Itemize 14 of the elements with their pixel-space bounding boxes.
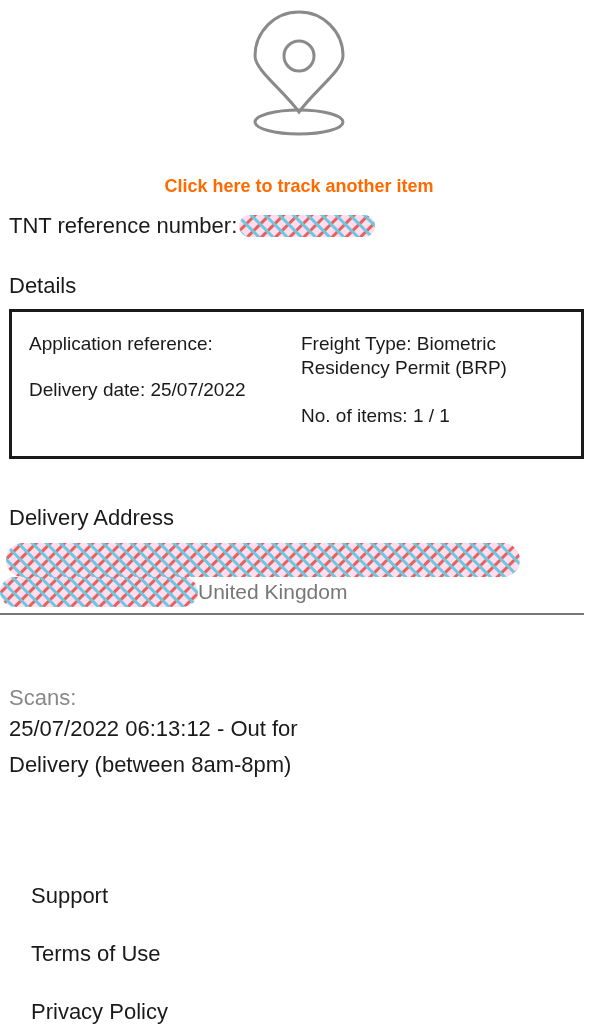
details-heading: Details [9, 273, 78, 299]
detail-text: Delivery date: 25/07/2022 [29, 378, 247, 402]
country-text: United Kingdom [198, 580, 348, 604]
detail-text: No. of items: 1 / 1 [301, 404, 451, 428]
scan-entry: 25/07/2022 06:13:12 - Out for Delivery (between 8am-8pm) [9, 715, 299, 779]
scans-label: Scans: [9, 685, 78, 711]
footer-link[interactable]: Terms of Use [31, 941, 598, 967]
detail-text: Freight Type: Biometric Residency Permit (BRP) [301, 332, 508, 380]
location-pin-icon [253, 10, 345, 136]
footer-link[interactable]: Support [31, 883, 598, 909]
detail-text: Application reference: [29, 332, 214, 356]
address-heading: Delivery Address [9, 505, 176, 531]
footer-link[interactable]: Privacy Policy [31, 999, 598, 1024]
reference-label: TNT reference number: [9, 213, 238, 239]
